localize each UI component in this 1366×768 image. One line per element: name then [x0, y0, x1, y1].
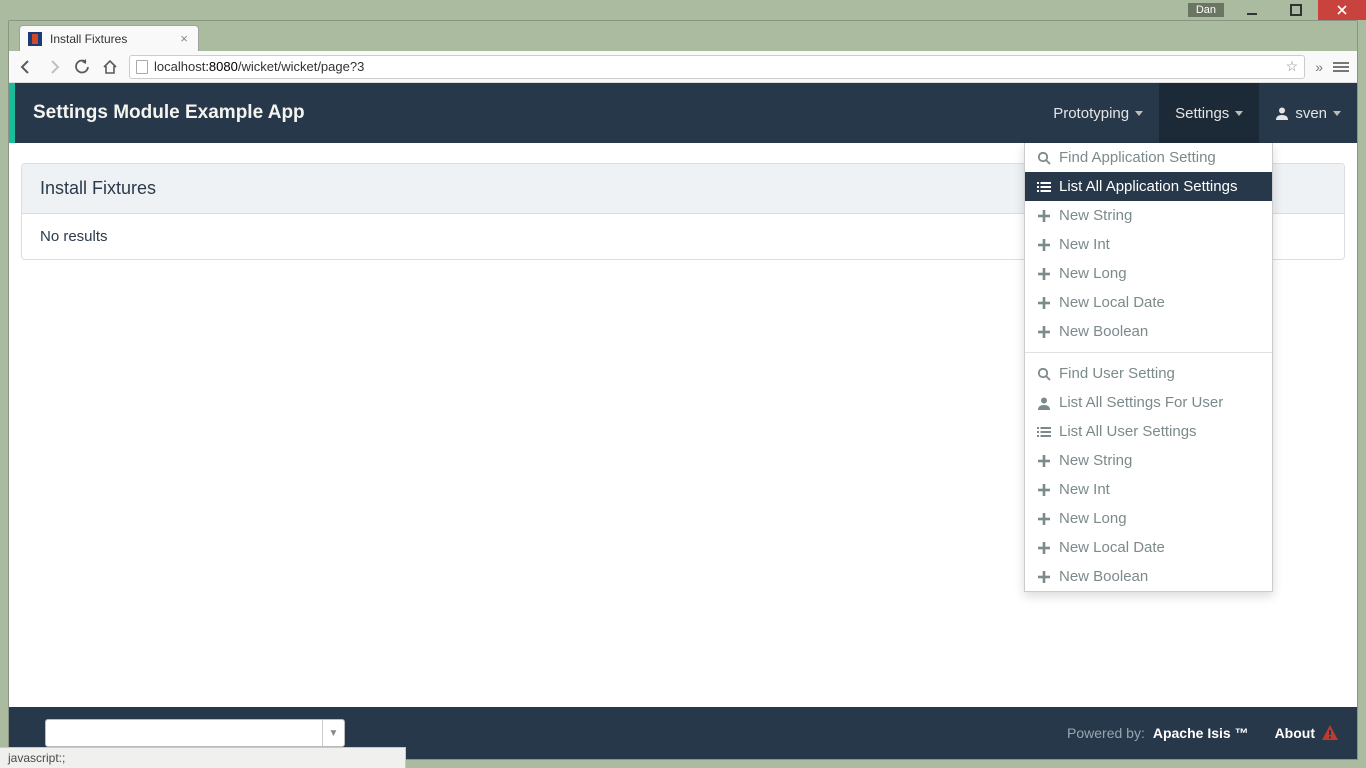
window-minimize-button[interactable]	[1230, 0, 1274, 20]
nav-settings-label: Settings	[1175, 105, 1229, 122]
page-icon	[136, 60, 148, 74]
plus-icon	[1037, 325, 1051, 339]
dropdown-item-label: New String	[1059, 452, 1132, 469]
caret-down-icon	[1235, 111, 1243, 116]
dropdown-item[interactable]: List All User Settings	[1025, 417, 1272, 446]
plus-icon	[1037, 512, 1051, 526]
dropdown-item-label: New Boolean	[1059, 568, 1148, 585]
plus-icon	[1037, 483, 1051, 497]
footer-powered-by: Powered by:	[1067, 725, 1145, 741]
dropdown-item[interactable]: New String	[1025, 446, 1272, 475]
dropdown-item-label: Find User Setting	[1059, 365, 1175, 382]
reload-button[interactable]	[73, 58, 91, 76]
dropdown-item[interactable]: New Local Date	[1025, 533, 1272, 562]
dropdown-item-label: New Boolean	[1059, 323, 1148, 340]
warning-icon	[1321, 724, 1339, 742]
dropdown-item[interactable]: Find Application Setting	[1025, 143, 1272, 172]
plus-icon	[1037, 570, 1051, 584]
dropdown-item-label: New Local Date	[1059, 539, 1165, 556]
plus-icon	[1037, 296, 1051, 310]
dropdown-item[interactable]: New Int	[1025, 230, 1272, 259]
plus-icon	[1037, 267, 1051, 281]
footer-select[interactable]: ▼	[45, 719, 345, 747]
dropdown-item-label: New Long	[1059, 265, 1127, 282]
browser-window: Install Fixtures × localhost:8080/wicket…	[8, 20, 1358, 760]
tab-title: Install Fixtures	[50, 32, 127, 46]
dropdown-item[interactable]: New Local Date	[1025, 288, 1272, 317]
dropdown-item-label: List All User Settings	[1059, 423, 1197, 440]
url-host: localhost:8080/wicket/wicket/page?3	[154, 59, 364, 74]
search-icon	[1037, 367, 1051, 381]
plus-icon	[1037, 238, 1051, 252]
os-titlebar: Dan	[0, 0, 1366, 20]
list-icon	[1037, 425, 1051, 439]
window-maximize-button[interactable]	[1274, 0, 1318, 20]
dropdown-item-label: New Int	[1059, 481, 1110, 498]
browser-tab[interactable]: Install Fixtures ×	[19, 25, 199, 51]
dropdown-item-label: New String	[1059, 207, 1132, 224]
os-user-badge: Dan	[1188, 3, 1224, 17]
dropdown-item[interactable]: Find User Setting	[1025, 359, 1272, 388]
forward-button[interactable]	[45, 58, 63, 76]
dropdown-item[interactable]: New Long	[1025, 504, 1272, 533]
window-close-button[interactable]	[1318, 0, 1366, 20]
settings-dropdown: Find Application Setting List All Applica…	[1024, 143, 1273, 592]
user-icon	[1275, 106, 1289, 120]
dropdown-item[interactable]: New Boolean	[1025, 317, 1272, 346]
page-viewport: Settings Module Example App Prototyping …	[9, 83, 1357, 759]
caret-down-icon	[1135, 111, 1143, 116]
plus-icon	[1037, 541, 1051, 555]
extensions-overflow-icon[interactable]: »	[1315, 59, 1323, 75]
dropdown-item-label: List All Application Settings	[1059, 178, 1237, 195]
footer-about-link[interactable]: About	[1275, 724, 1339, 742]
plus-icon	[1037, 454, 1051, 468]
nav-user[interactable]: sven	[1259, 83, 1357, 143]
dropdown-item[interactable]: List All Application Settings	[1025, 172, 1272, 201]
tab-strip: Install Fixtures ×	[9, 21, 1357, 51]
dropdown-item[interactable]: List All Settings For User	[1025, 388, 1272, 417]
app-navbar: Settings Module Example App Prototyping …	[9, 83, 1357, 143]
dropdown-divider	[1025, 352, 1272, 353]
nav-prototyping-label: Prototyping	[1053, 105, 1129, 122]
search-icon	[1037, 151, 1051, 165]
plus-icon	[1037, 209, 1051, 223]
address-bar[interactable]: localhost:8080/wicket/wicket/page?3 ☆	[129, 55, 1305, 79]
browser-toolbar: localhost:8080/wicket/wicket/page?3 ☆ »	[9, 51, 1357, 83]
dropdown-item[interactable]: New Long	[1025, 259, 1272, 288]
browser-menu-button[interactable]	[1333, 62, 1349, 72]
dropdown-item[interactable]: New Int	[1025, 475, 1272, 504]
nav-settings[interactable]: Settings	[1159, 83, 1259, 143]
dropdown-item[interactable]: New String	[1025, 201, 1272, 230]
dropdown-item[interactable]: New Boolean	[1025, 562, 1272, 591]
caret-down-icon	[1333, 111, 1341, 116]
footer-powered-link[interactable]: Apache Isis ™	[1153, 725, 1249, 741]
list-icon	[1037, 180, 1051, 194]
user-icon	[1037, 396, 1051, 410]
dropdown-item-label: List All Settings For User	[1059, 394, 1223, 411]
tab-close-icon[interactable]: ×	[180, 31, 188, 46]
tab-favicon-icon	[28, 32, 42, 46]
bookmark-star-icon[interactable]: ☆	[1286, 58, 1299, 75]
nav-prototyping[interactable]: Prototyping	[1037, 83, 1159, 143]
select-arrow-icon: ▼	[322, 720, 344, 746]
home-button[interactable]	[101, 58, 119, 76]
dropdown-item-label: New Local Date	[1059, 294, 1165, 311]
dropdown-item-label: Find Application Setting	[1059, 149, 1216, 166]
app-brand[interactable]: Settings Module Example App	[15, 83, 323, 143]
dropdown-item-label: New Int	[1059, 236, 1110, 253]
nav-user-label: sven	[1295, 105, 1327, 122]
dropdown-item-label: New Long	[1059, 510, 1127, 527]
back-button[interactable]	[17, 58, 35, 76]
footer-about-label: About	[1275, 725, 1315, 741]
browser-status-bar: javascript:;	[0, 747, 406, 768]
